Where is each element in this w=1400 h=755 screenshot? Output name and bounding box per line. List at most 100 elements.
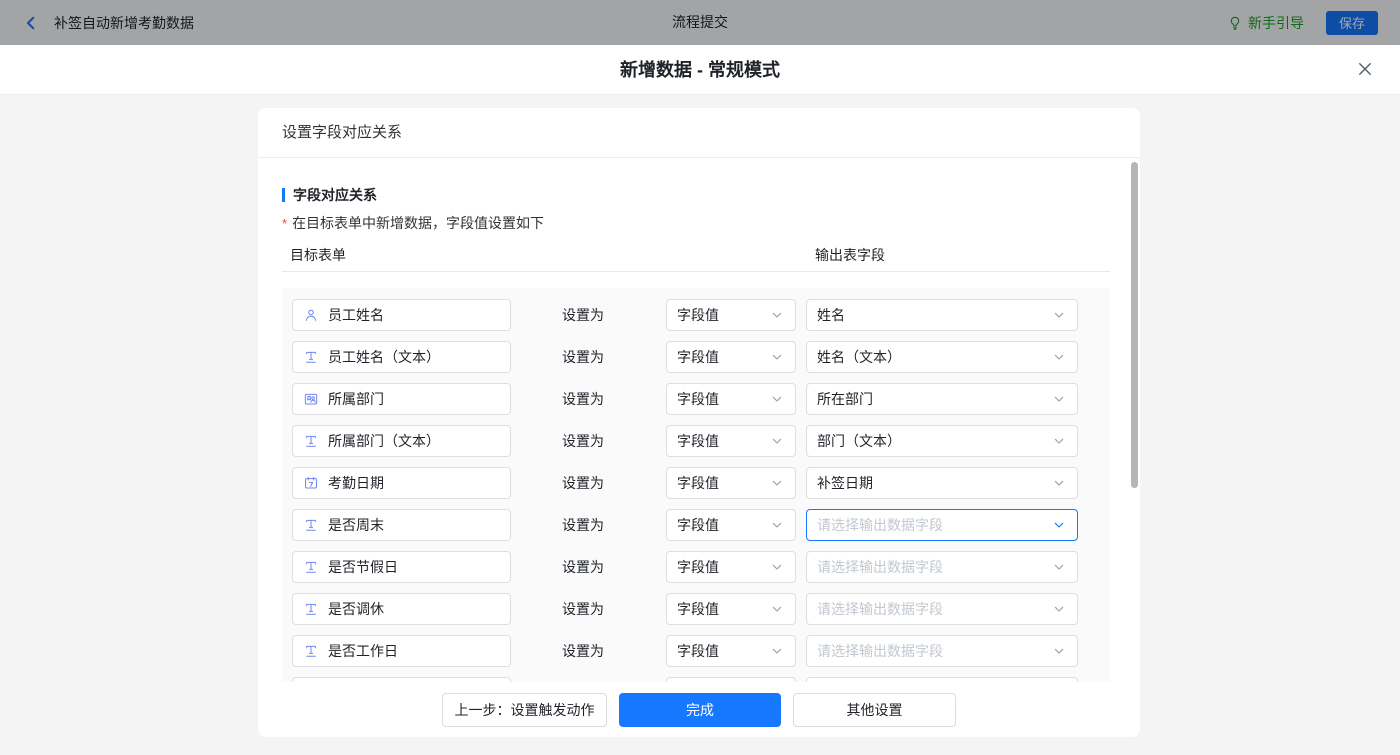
set-as-label: 设置为	[562, 467, 604, 499]
table-row: 是否周末 设置为 字段值 请选择输出数据字段	[282, 509, 1110, 541]
chevron-down-icon	[1051, 433, 1067, 449]
field-label: 员工姓名（文本）	[328, 347, 440, 367]
output-select[interactable]: 请选择输出数据字段	[806, 509, 1078, 541]
chevron-down-icon	[769, 433, 785, 449]
mode-select-value: 字段值	[677, 473, 719, 493]
card-title: 设置字段对应关系	[258, 108, 1140, 158]
chevron-down-icon	[769, 559, 785, 575]
chevron-down-icon	[769, 307, 785, 323]
mode-select[interactable]: 字段值	[666, 593, 796, 625]
output-select-value: 请选择输出数据字段	[817, 599, 943, 619]
field-label: 考勤日期	[328, 473, 384, 493]
output-select[interactable]: 部门（文本）	[806, 425, 1078, 457]
table-row: 员工姓名（文本） 设置为 字段值 姓名（文本）	[282, 341, 1110, 373]
field-type-icon	[303, 517, 319, 533]
section-accent-bar	[282, 188, 285, 202]
field-mapping-card: 设置字段对应关系 字段对应关系 *在目标表单中新增数据，字段值设置如下 目标表单…	[258, 108, 1140, 737]
card-footer: 上一步：设置触发动作 完成 其他设置	[258, 682, 1140, 737]
other-settings-button[interactable]: 其他设置	[793, 693, 956, 727]
mode-select-value: 字段值	[677, 347, 719, 367]
column-headers: 目标表单 输出表字段	[282, 245, 1110, 272]
chevron-down-icon	[1051, 475, 1067, 491]
output-select-value: 请选择输出数据字段	[817, 557, 943, 577]
card-body: 字段对应关系 *在目标表单中新增数据，字段值设置如下 目标表单 输出表字段 员工…	[258, 159, 1140, 682]
mode-select-value: 字段值	[677, 599, 719, 619]
output-select-value: 部门（文本）	[817, 431, 901, 451]
field-chip: 所属部门	[292, 383, 511, 415]
field-label: 所属部门	[328, 389, 384, 409]
mode-select-value: 字段值	[677, 515, 719, 535]
top-toolbar: 补签自动新增考勤数据 流程提交 新手引导 保存	[0, 0, 1400, 45]
field-label: 是否调休	[328, 599, 384, 619]
column-header-target-form: 目标表单	[290, 245, 346, 265]
mode-select[interactable]: 字段值	[666, 467, 796, 499]
chevron-down-icon	[769, 349, 785, 365]
add-data-modal: 新增数据 - 常规模式 设置字段对应关系 字段对应关系 *在目标表单中新增数据，…	[0, 45, 1400, 755]
guide-label: 新手引导	[1248, 13, 1304, 33]
output-select[interactable]: 补签日期	[806, 467, 1078, 499]
field-type-icon	[303, 391, 319, 407]
chevron-down-icon	[769, 391, 785, 407]
output-select-value: 所在部门	[817, 389, 873, 409]
field-type-icon	[303, 433, 319, 449]
rows-panel: 员工姓名 设置为 字段值 姓名 员工姓名（文本） 设置为 字段值 姓名（文本）	[282, 288, 1110, 682]
mode-select-value: 字段值	[677, 431, 719, 451]
required-asterisk: *	[282, 216, 287, 231]
field-type-icon	[303, 349, 319, 365]
field-chip: 员工姓名	[292, 299, 511, 331]
output-select[interactable]: 姓名（文本）	[806, 341, 1078, 373]
chevron-down-icon	[1051, 601, 1067, 617]
scrollbar-thumb[interactable]	[1131, 162, 1138, 488]
chevron-down-icon	[1051, 349, 1067, 365]
mode-select[interactable]: 字段值	[666, 383, 796, 415]
chevron-down-icon	[1051, 307, 1067, 323]
close-icon	[1356, 60, 1374, 78]
output-select-value: 请选择输出数据字段	[817, 515, 943, 535]
mode-select-value: 字段值	[677, 389, 719, 409]
field-chip: 是否工作日	[292, 635, 511, 667]
mode-select[interactable]: 字段值	[666, 299, 796, 331]
field-label: 所属部门（文本）	[328, 431, 440, 451]
mode-select-value: 字段值	[677, 641, 719, 661]
output-select-value: 姓名	[817, 305, 845, 325]
chevron-down-icon	[769, 643, 785, 659]
table-row: 所属部门（文本） 设置为 字段值 部门（文本）	[282, 425, 1110, 457]
section-title: 字段对应关系	[293, 185, 377, 205]
output-select[interactable]: 姓名	[806, 299, 1078, 331]
lightbulb-icon	[1227, 15, 1243, 31]
set-as-label: 设置为	[562, 551, 604, 583]
output-select[interactable]: 请选择输出数据字段	[806, 635, 1078, 667]
mode-select[interactable]: 字段值	[666, 341, 796, 373]
mode-select-value: 字段值	[677, 305, 719, 325]
modal-header: 新增数据 - 常规模式	[0, 45, 1400, 95]
output-select[interactable]: 所在部门	[806, 383, 1078, 415]
guide-button[interactable]: 新手引导	[1227, 13, 1304, 33]
field-chip: 是否调休	[292, 593, 511, 625]
field-type-icon	[303, 307, 319, 323]
save-button[interactable]: 保存	[1326, 11, 1378, 35]
field-type-icon	[303, 559, 319, 575]
field-label: 员工姓名	[328, 305, 384, 325]
chevron-down-icon	[769, 517, 785, 533]
previous-step-button[interactable]: 上一步：设置触发动作	[442, 693, 607, 727]
field-chip: 考勤日期	[292, 467, 511, 499]
set-as-label: 设置为	[562, 299, 604, 331]
set-as-label: 设置为	[562, 383, 604, 415]
set-as-label: 设置为	[562, 593, 604, 625]
mode-select[interactable]: 字段值	[666, 509, 796, 541]
chevron-down-icon	[1051, 643, 1067, 659]
section-note: *在目标表单中新增数据，字段值设置如下	[282, 213, 1140, 233]
mode-select-value: 字段值	[677, 557, 719, 577]
field-type-icon	[303, 475, 319, 491]
mode-select[interactable]: 字段值	[666, 635, 796, 667]
mode-select[interactable]: 字段值	[666, 551, 796, 583]
table-row: 是否工作日 设置为 字段值 请选择输出数据字段	[282, 635, 1110, 667]
close-button[interactable]	[1356, 60, 1374, 78]
field-chip: 员工姓名（文本）	[292, 341, 511, 373]
mode-select[interactable]: 字段值	[666, 425, 796, 457]
column-header-output-field: 输出表字段	[815, 245, 885, 265]
output-select[interactable]: 请选择输出数据字段	[806, 551, 1078, 583]
done-button[interactable]: 完成	[619, 693, 781, 727]
output-select[interactable]: 请选择输出数据字段	[806, 593, 1078, 625]
field-type-icon	[303, 643, 319, 659]
